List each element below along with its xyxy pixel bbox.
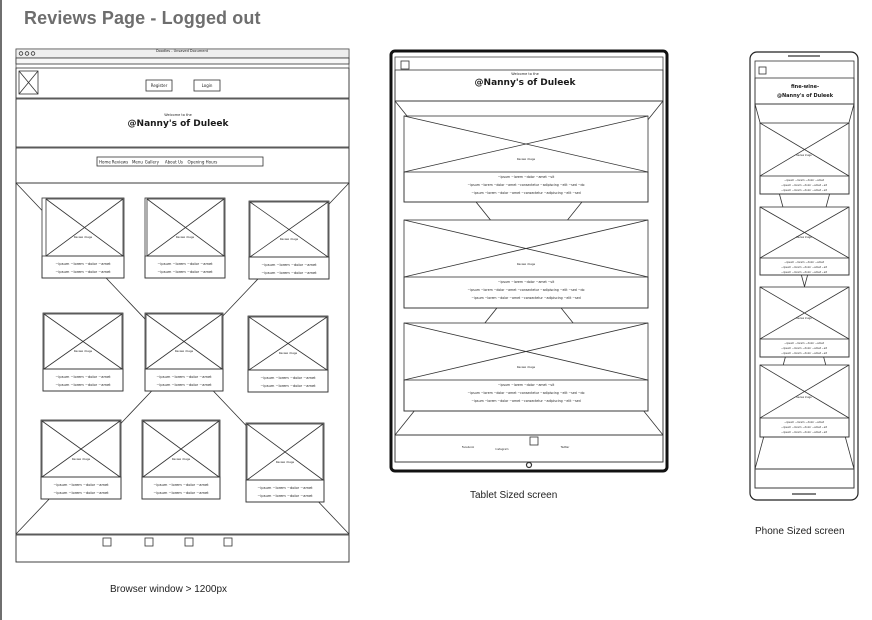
browser-address-bar bbox=[15, 57, 350, 65]
nav-item-about-us[interactable]: About Us bbox=[165, 160, 183, 165]
phone-header bbox=[754, 77, 855, 105]
review-text-line: ~ipsum ~lorem ~dolor ~amet bbox=[53, 483, 109, 487]
review-text-line: ~ipsum ~lorem ~dolor ~amet bbox=[55, 262, 111, 266]
nav-item-gallery[interactable]: Gallery bbox=[145, 160, 160, 165]
browser-nav-section bbox=[15, 147, 350, 184]
review-text-line: ~ipsum ~lorem ~dolor ~amet ~consectetur … bbox=[468, 391, 585, 395]
review-text-line: ~ipsum ~lorem ~dolor ~amet bbox=[257, 486, 313, 490]
tablet-caption: Tablet Sized screen bbox=[470, 490, 558, 501]
browser-brand: @Nanny's of Duleek bbox=[128, 119, 230, 129]
tablet-footer bbox=[394, 434, 664, 463]
phone-caption: Phone Sized screen bbox=[755, 526, 845, 537]
review-text-line: ~ipsum ~lorem ~dolor ~amet ~sit bbox=[781, 346, 827, 350]
review-image-label: Review image bbox=[74, 235, 93, 239]
review-text-line: ~ipsum ~lorem ~dolor ~amet bbox=[153, 491, 209, 495]
review-text-line: ~ipsum ~lorem ~dolor ~amet ~sit bbox=[781, 188, 827, 192]
phone-welcome: fine-wine- bbox=[791, 84, 819, 90]
nav-item-menu[interactable]: Menu bbox=[132, 160, 143, 165]
footer-label-twitter: Twitter bbox=[561, 445, 571, 449]
footer-label-instagram: Instagram bbox=[495, 447, 509, 451]
browser-caption: Browser window > 1200px bbox=[110, 584, 228, 595]
review-text-line: ~ipsum ~lorem ~dolor ~amet bbox=[260, 376, 316, 380]
review-text-line: ~ipsum ~lorem ~dolor ~amet bbox=[261, 263, 317, 267]
phone-icon bbox=[223, 537, 233, 547]
phone-footer bbox=[754, 468, 855, 489]
review-text-line: ~ipsum ~lorem ~dolor ~amet bbox=[784, 420, 824, 424]
tablet-wireframe bbox=[389, 49, 669, 473]
browser-welcome: Welcome to the bbox=[164, 113, 192, 117]
review-text-line: ~ipsum ~lorem ~dolor ~amet bbox=[257, 494, 313, 498]
review-image-label: Review image bbox=[175, 349, 194, 353]
review-text-line: ~ipsum ~lorem ~dolor ~amet bbox=[55, 375, 111, 379]
review-text-line: ~ipsum ~lorem ~dolor ~amet ~sit bbox=[781, 270, 827, 274]
review-text-line: ~ipsum ~lorem ~dolor ~amet bbox=[784, 260, 824, 264]
review-text-line: ~ipsum ~lorem ~dolor ~amet ~consectetur … bbox=[471, 399, 580, 403]
wireframe-canvas: Doodles - Unsaved Document Register Logi… bbox=[15, 48, 859, 563]
review-text-line: ~ipsum ~lorem ~dolor ~amet bbox=[157, 270, 213, 274]
phone-menu-icon bbox=[758, 66, 767, 75]
review-text-line: ~ipsum ~lorem ~dolor ~amet ~sit bbox=[781, 425, 827, 429]
login-label[interactable]: Login bbox=[202, 83, 213, 88]
browser-window-title: Doodles - Unsaved Document bbox=[156, 49, 209, 53]
review-text-line: ~ipsum ~lorem ~dolor ~amet ~sit bbox=[498, 175, 555, 179]
review-text-line: ~ipsum ~lorem ~dolor ~amet ~consectetur … bbox=[468, 183, 585, 187]
review-image-label: Review image bbox=[517, 365, 536, 369]
review-text-line: ~ipsum ~lorem ~dolor ~amet ~sit bbox=[498, 280, 555, 284]
review-text-line: ~ipsum ~lorem ~dolor ~amet ~sit bbox=[781, 265, 827, 269]
browser-nav-items: Home Reviews Menu Gallery About Us Opening Ho… bbox=[99, 160, 217, 165]
browser-footer bbox=[15, 534, 350, 563]
review-image-label: Review image bbox=[72, 457, 91, 461]
tablet-brand: @Nanny's of Duleek bbox=[475, 78, 577, 88]
review-image-label: Review image bbox=[176, 235, 195, 239]
review-text-line: ~ipsum ~lorem ~dolor ~amet ~sit bbox=[781, 430, 827, 434]
review-text-line: ~ipsum ~lorem ~dolor ~amet ~sit bbox=[781, 183, 827, 187]
review-text-line: ~ipsum ~lorem ~dolor ~amet bbox=[153, 483, 209, 487]
tablet-welcome: Welcome to the bbox=[511, 72, 539, 76]
review-image-label: Review image bbox=[172, 457, 191, 461]
tablet-home-button bbox=[525, 461, 533, 469]
tablet-footer-icon bbox=[529, 436, 539, 446]
review-text-line: ~ipsum ~lorem ~dolor ~amet ~consectetur … bbox=[468, 288, 585, 292]
review-text-line: ~ipsum ~lorem ~dolor ~amet bbox=[261, 271, 317, 275]
review-text-line: ~ipsum ~lorem ~dolor ~amet bbox=[157, 262, 213, 266]
twitter-icon bbox=[184, 537, 194, 547]
register-label[interactable]: Register bbox=[151, 83, 168, 88]
browser-header bbox=[15, 67, 350, 99]
phone-brand: @Nanny's of Duleek bbox=[777, 93, 834, 99]
review-text-line: ~ipsum ~lorem ~dolor ~amet bbox=[55, 270, 111, 274]
review-image-label: Review image bbox=[796, 236, 812, 239]
review-image-label: Review image bbox=[796, 317, 812, 320]
review-image-label: Review image bbox=[517, 262, 536, 266]
review-text-line: ~ipsum ~lorem ~dolor ~amet bbox=[784, 341, 824, 345]
review-text-line: ~ipsum ~lorem ~dolor ~amet ~sit bbox=[498, 383, 555, 387]
review-text-line: ~ipsum ~lorem ~dolor ~amet bbox=[55, 383, 111, 387]
review-image-label: Review image bbox=[74, 349, 93, 353]
review-image-label: Review image bbox=[276, 460, 295, 464]
review-image-label: Review image bbox=[279, 351, 298, 355]
review-image-label: Review image bbox=[796, 154, 812, 157]
nav-item-reviews[interactable]: Reviews bbox=[112, 160, 128, 165]
review-image-label: Review image bbox=[517, 157, 536, 161]
review-text-line: ~ipsum ~lorem ~dolor ~amet bbox=[156, 383, 212, 387]
tablet-menu-icon bbox=[400, 60, 410, 70]
review-text-line: ~ipsum ~lorem ~dolor ~amet bbox=[260, 384, 316, 388]
footer-label-facebook: Facebook bbox=[462, 445, 475, 449]
nav-item-home[interactable]: Home bbox=[99, 160, 111, 165]
review-text-line: ~ipsum ~lorem ~dolor ~amet bbox=[784, 178, 824, 182]
review-image-label: Review image bbox=[280, 237, 299, 241]
review-text-line: ~ipsum ~lorem ~dolor ~amet ~consectetur … bbox=[471, 296, 580, 300]
review-image-label: Review image bbox=[796, 396, 812, 399]
review-text-line: ~ipsum ~lorem ~dolor ~amet ~sit bbox=[781, 351, 827, 355]
phone-review-card-2 bbox=[759, 206, 850, 276]
review-text-line: ~ipsum ~lorem ~dolor ~amet bbox=[53, 491, 109, 495]
review-text-line: ~ipsum ~lorem ~dolor ~amet bbox=[156, 375, 212, 379]
instagram-icon bbox=[144, 537, 154, 547]
facebook-icon bbox=[102, 537, 112, 547]
review-text-line: ~ipsum ~lorem ~dolor ~amet ~consectetur … bbox=[471, 191, 580, 195]
nav-item-opening-hours[interactable]: Opening Hours bbox=[188, 160, 218, 165]
